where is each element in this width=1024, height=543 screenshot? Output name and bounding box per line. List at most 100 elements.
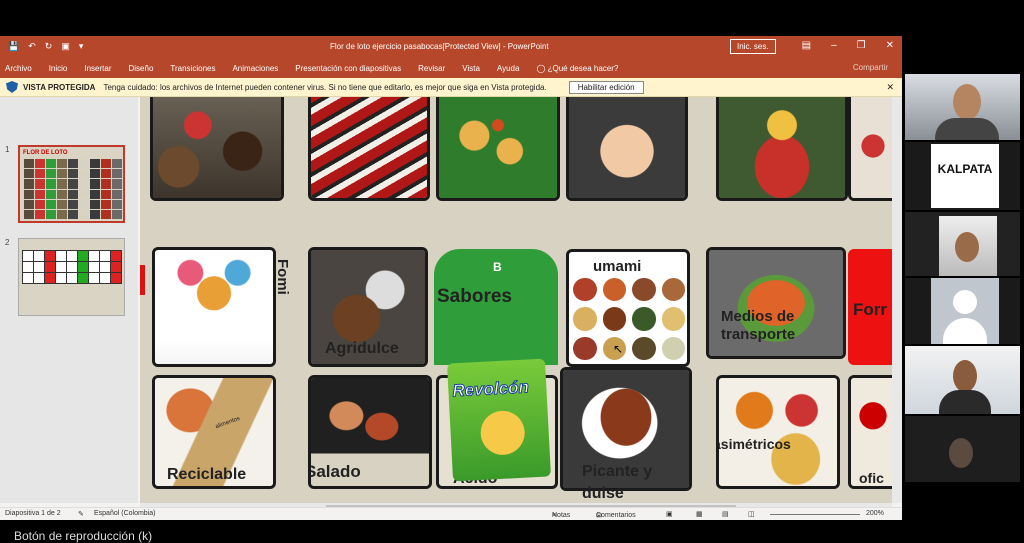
card-jars[interactable] (150, 97, 284, 201)
close-icon[interactable]: ✕ (886, 40, 894, 51)
tell-me-search[interactable]: ◯ ¿Qué desea hacer? (536, 64, 618, 73)
tab-transiciones[interactable]: Transiciones (170, 64, 215, 73)
player-caption: Botón de reproducción (k) (14, 529, 153, 543)
card-umami[interactable]: umami ↖ (566, 249, 690, 367)
minimize-icon[interactable]: – (831, 40, 837, 51)
thumbnail-cell (90, 199, 100, 209)
video-tile-1[interactable] (905, 74, 1020, 140)
thumbnail-cell (101, 209, 111, 219)
card-plates[interactable] (848, 97, 892, 201)
share-button[interactable]: Compartir (853, 63, 888, 72)
customize-icon[interactable]: ▾ (79, 41, 84, 52)
thumbnail-cell (44, 250, 56, 262)
tab-vista[interactable]: Vista (462, 64, 480, 73)
thumbnail-cell (57, 159, 67, 169)
save-icon[interactable]: 💾 (8, 41, 19, 52)
video-tile-5[interactable] (905, 346, 1020, 414)
card-bites[interactable] (436, 97, 560, 201)
tab-ayuda[interactable]: Ayuda (497, 64, 520, 73)
thumbnail-cell (35, 209, 45, 219)
window-title: Flor de loto ejercicio pasabocas[Protect… (330, 42, 549, 51)
umami-food-icon (661, 336, 685, 360)
thumbnail-cell (57, 189, 67, 199)
tab-inicio[interactable]: Inicio (49, 64, 68, 73)
card-sabores[interactable]: B Sabores (434, 249, 558, 365)
thumbnail-cell (44, 261, 56, 273)
thumbnail-cell (68, 159, 78, 169)
label-picante-dulse: Picante y dulse (582, 463, 653, 502)
sorter-view-icon[interactable]: ▦ (696, 510, 703, 518)
signin-button[interactable]: Inic. ses. (730, 39, 776, 54)
card-salado[interactable]: Salado (308, 375, 432, 489)
bites-image (439, 97, 557, 198)
video-tile-4[interactable] (905, 278, 1020, 344)
tab-revisar[interactable]: Revisar (418, 64, 445, 73)
close-icon[interactable]: ✕ (886, 82, 894, 93)
thumbnail-cell (24, 179, 34, 189)
kalpata-logo: KALPATA (931, 144, 999, 208)
protected-view-bar: VISTA PROTEGIDA Tenga cuidado: los archi… (0, 78, 902, 97)
thumbnail-cell (46, 169, 56, 179)
card-asimetricos[interactable]: asimétricos (716, 375, 840, 489)
asimetricos-image (719, 378, 837, 486)
thumbnail-grid (22, 250, 122, 284)
vertical-scrollbar[interactable] (892, 97, 902, 503)
window-controls: ▤ – ❐ ✕ (802, 40, 894, 51)
maximize-icon[interactable]: ❐ (857, 40, 866, 51)
reading-view-icon[interactable]: ▤ (722, 510, 729, 518)
card-transporte[interactable]: Medios de transporte (706, 247, 846, 359)
card-fruit-tower[interactable] (716, 97, 848, 201)
thumbnail-cell (112, 159, 122, 169)
thumbnail-cell (79, 209, 89, 219)
card-baby[interactable] (566, 97, 688, 201)
skewers-image (311, 97, 427, 198)
ribbon-display-icon[interactable]: ▤ (802, 40, 811, 51)
card-skewers[interactable] (308, 97, 430, 201)
thumbnail-title: FLOR DE LOTO (23, 150, 68, 156)
present-icon[interactable]: ▣ (61, 41, 70, 52)
thumbnail-cell (46, 209, 56, 219)
thumbnail-cell (77, 272, 89, 284)
enable-editing-button[interactable]: Habilitar edición (568, 80, 644, 94)
thumbnail-cell (33, 250, 45, 262)
thumbnail-cell (79, 159, 89, 169)
slide-thumbnail-2[interactable] (18, 238, 125, 316)
proofing-icon[interactable]: ✎ (78, 510, 84, 518)
thumbnail-cell (101, 199, 111, 209)
video-tile-3[interactable] (905, 212, 1020, 276)
kalpata-text: KALPATA (937, 162, 993, 176)
card-agridulce[interactable]: Agridulce (308, 247, 428, 367)
umami-food-icon (573, 307, 597, 331)
snack-brand-label: Revolcón (451, 377, 530, 401)
card-reciclable[interactable]: alimentos Reciclable (152, 375, 276, 489)
label-oficios: ofic (859, 470, 884, 486)
zoom-level[interactable]: 200% (866, 510, 884, 517)
cursor-icon: ↖ (613, 342, 624, 356)
tab-diseno[interactable]: Diseño (129, 64, 154, 73)
slide-thumbnail-1[interactable]: FLOR DE LOTO (18, 145, 125, 223)
tab-archivo[interactable]: Archivo (5, 64, 32, 73)
slideshow-view-icon[interactable]: ◫ (748, 510, 755, 518)
thumbnail-cell (44, 272, 56, 284)
thumbnail-cell (101, 169, 111, 179)
umami-food-icon (661, 278, 685, 302)
language-label[interactable]: Español (Colombia) (94, 510, 155, 517)
thumbnail-cell (79, 199, 89, 209)
tab-animaciones[interactable]: Animaciones (232, 64, 278, 73)
video-tile-6[interactable] (905, 416, 1020, 482)
video-tile-kalpata[interactable]: KALPATA (905, 142, 1020, 210)
tab-presentacion[interactable]: Presentación con diapositivas (295, 64, 401, 73)
undo-icon[interactable]: ↶ (28, 41, 36, 52)
normal-view-icon[interactable]: ▣ (666, 510, 673, 518)
umami-food-icon (632, 307, 656, 331)
tab-insertar[interactable]: Insertar (84, 64, 111, 73)
zoom-slider[interactable] (770, 514, 860, 515)
redo-icon[interactable]: ↻ (45, 41, 53, 52)
card-mickey[interactable] (152, 247, 276, 367)
thumbnail-cell (66, 272, 78, 284)
thumbnail-cell (79, 189, 89, 199)
card-forma[interactable]: Forr (848, 249, 892, 365)
card-oficios[interactable]: ofic (848, 375, 892, 489)
thumbnail-cell (35, 179, 45, 189)
thumbnail-cell (112, 169, 122, 179)
